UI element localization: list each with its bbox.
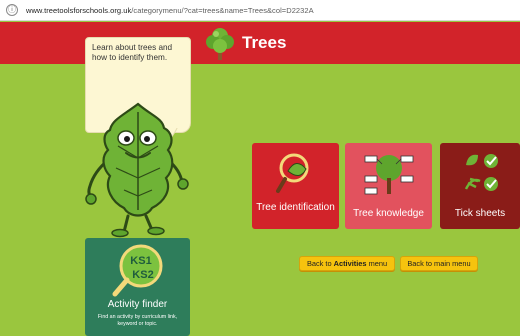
back-activities-prefix: Back to <box>306 259 334 268</box>
back-to-main-menu-button[interactable]: Back to main menu <box>400 256 478 271</box>
tile-tick-sheets-label: Tick sheets <box>454 208 506 219</box>
activity-finder-title: Activity finder <box>107 299 168 310</box>
url-domain: www.treetoolsforschools.org.uk <box>26 5 132 15</box>
tree-icon <box>206 28 234 60</box>
tree-diagram-icon <box>364 155 414 195</box>
tile-tree-identification[interactable]: Tree identification <box>252 143 339 229</box>
tile-tick-sheets[interactable]: Tick sheets <box>440 143 520 229</box>
back-activities-bold: Activities <box>333 259 367 268</box>
intro-text: Learn about trees and how to identify th… <box>92 43 173 62</box>
site-info-icon[interactable]: ⓘ <box>6 4 18 16</box>
tile-tree-identification-label: Tree identification <box>256 202 335 213</box>
page-title: Trees <box>242 33 287 52</box>
tile-tree-knowledge[interactable]: Tree knowledge <box>345 143 432 229</box>
url-text[interactable]: www.treetoolsforschools.org.uk/categorym… <box>26 6 314 15</box>
url-path: /categorymenu/?cat=trees&name=Trees&col=… <box>131 5 314 15</box>
ks1-badge: KS1 <box>130 255 151 267</box>
activity-finder-description: Find an activity by curriculum link, key… <box>97 314 178 327</box>
ks2-badge: KS2 <box>132 269 153 281</box>
address-bar[interactable]: ⓘ www.treetoolsforschools.org.uk/categor… <box>0 0 520 21</box>
back-to-activities-button[interactable]: Back to Activities menu <box>299 256 395 271</box>
magnifier-leaf-icon <box>276 153 309 193</box>
page-header: Trees <box>0 22 520 64</box>
leaf-tick-icon <box>464 154 498 191</box>
ks-magnifier-icon: KS1 KS2 <box>112 244 163 297</box>
tile-tree-knowledge-label: Tree knowledge <box>353 208 424 219</box>
leaf-mascot <box>85 102 189 238</box>
back-activities-suffix: menu <box>366 259 388 268</box>
activity-finder-tile[interactable]: KS1 KS2 Activity finder Find an activity… <box>85 238 190 336</box>
